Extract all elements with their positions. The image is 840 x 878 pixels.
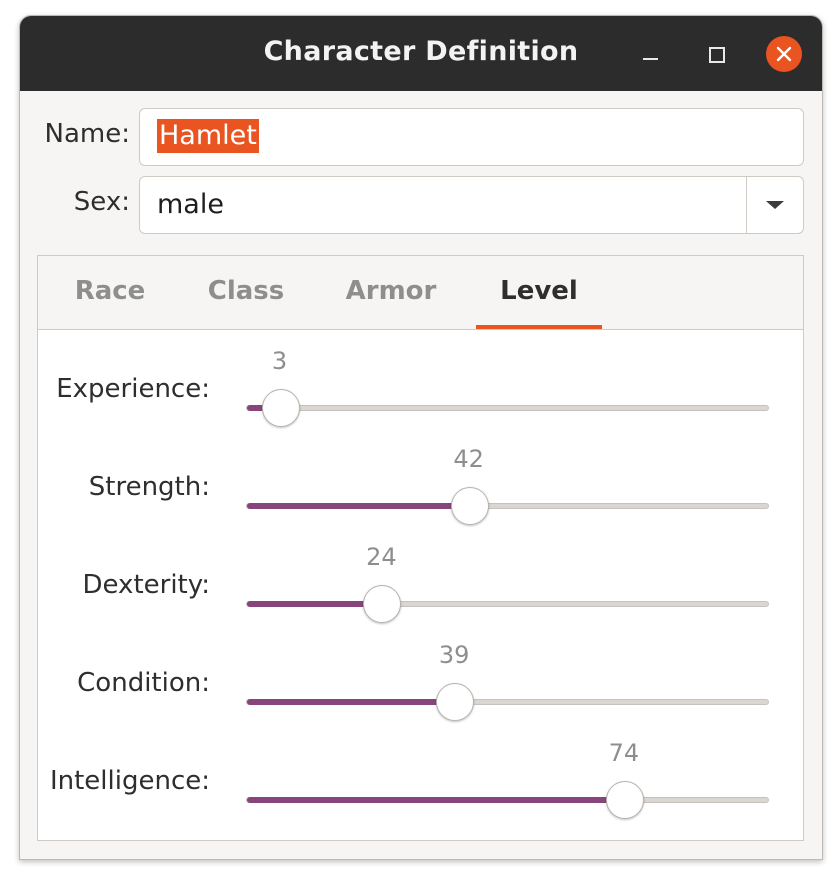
intelligence-slider-handle[interactable] [605,781,644,819]
experience-slider[interactable] [246,389,769,427]
tab-level[interactable]: Level [476,276,602,306]
strength-slider-handle[interactable] [450,487,489,525]
condition-slider[interactable] [246,683,769,721]
experience-slider-handle[interactable] [261,389,300,427]
dexterity-slider[interactable] [246,585,769,623]
condition-label: Condition: [77,668,210,698]
condition-value: 39 [438,641,470,669]
experience-value: 3 [271,347,288,375]
dexterity-label: Dexterity: [82,570,211,600]
character-definition-window: Character Definition Name: Hamlet Sex: m… [19,15,823,860]
tab-armor[interactable]: Armor [336,276,446,306]
strength-slider[interactable] [246,487,769,525]
sex-label: Sex: [73,187,130,217]
dropdown-separator [746,177,747,233]
title-bar[interactable]: Character Definition [20,16,822,91]
close-glyph [776,46,792,62]
intelligence-slider-fill [247,797,625,803]
dexterity-value: 24 [366,543,397,571]
maximize-icon[interactable] [698,36,734,72]
tab-bar: Race Class Armor Level [38,256,803,330]
condition-slider-fill [247,699,456,705]
minimize-icon[interactable] [632,36,668,72]
active-tab-indicator [476,325,602,329]
tab-race[interactable]: Race [60,276,160,306]
strength-value: 42 [453,445,484,473]
condition-slider-handle[interactable] [436,683,475,721]
experience-label: Experience: [56,374,210,404]
name-field[interactable]: Hamlet [139,108,804,166]
close-icon[interactable] [766,36,802,72]
intelligence-slider[interactable] [246,781,769,819]
strength-slider-fill [247,503,470,509]
chevron-down-icon[interactable] [766,201,784,209]
dexterity-slider-fill [247,601,383,607]
dexterity-slider-handle[interactable] [363,585,402,623]
name-value: Hamlet [157,119,259,153]
strength-label: Strength: [88,472,210,502]
tab-class[interactable]: Class [196,276,296,306]
sex-value: male [157,189,224,220]
tab-notebook: Race Class Armor Level Experience: 3 Str… [37,255,804,841]
intelligence-value: 74 [608,739,640,767]
sex-dropdown[interactable]: male [139,176,804,234]
name-label: Name: [44,119,130,149]
intelligence-label: Intelligence: [49,766,210,796]
